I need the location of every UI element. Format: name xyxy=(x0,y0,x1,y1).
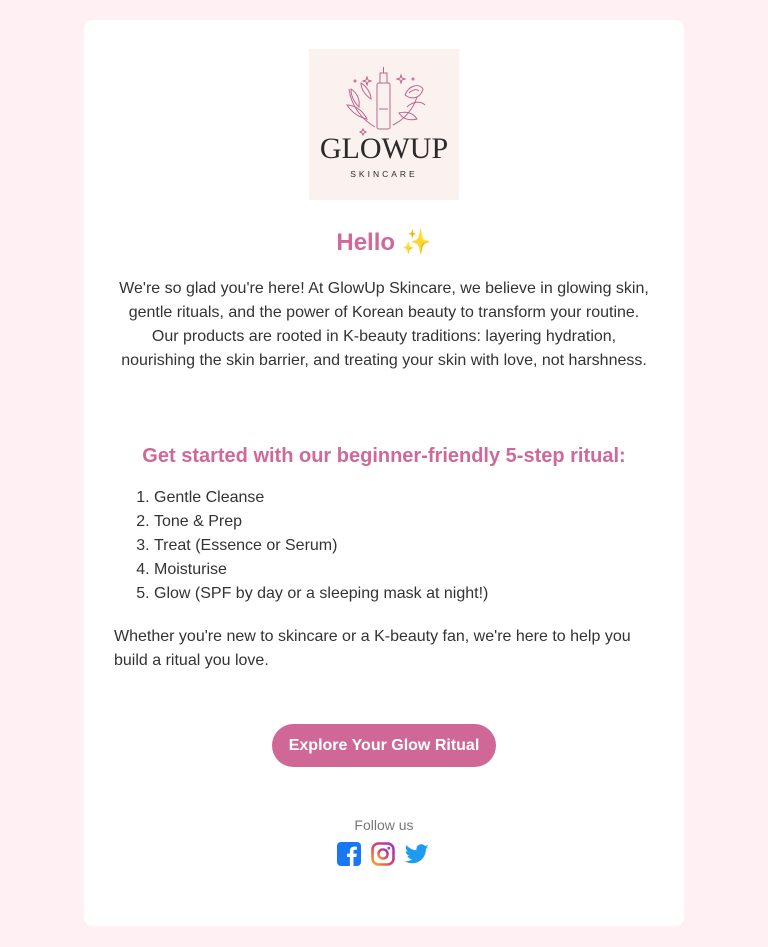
ritual-step: Treat (Essence or Serum) xyxy=(154,534,654,558)
facebook-icon[interactable] xyxy=(337,842,361,866)
logo-wordmark: GLOWUP xyxy=(319,132,449,165)
ritual-step: Gentle Cleanse xyxy=(154,486,654,510)
greeting-text: Hello xyxy=(336,229,396,256)
intro-paragraph: We're so glad you're here! At GlowUp Ski… xyxy=(119,280,649,369)
instagram-icon[interactable] xyxy=(371,842,395,866)
email-card: GLOWUP SKINCARE Hello ✨ We're so glad yo… xyxy=(84,20,684,926)
greeting-heading: Hello ✨ xyxy=(84,227,684,259)
twitter-icon[interactable] xyxy=(404,842,429,866)
ritual-heading: Get started with our beginner-friendly 5… xyxy=(142,445,626,467)
glowup-logo: GLOWUP SKINCARE xyxy=(309,49,459,200)
logo-tagline: SKINCARE xyxy=(350,169,418,179)
outro-paragraph: Whether you're new to skincare or a K-be… xyxy=(114,628,631,669)
follow-us-label: Follow us xyxy=(354,817,414,833)
ritual-step: Moisturise xyxy=(154,558,654,582)
explore-ritual-button[interactable]: Explore Your Glow Ritual xyxy=(272,724,496,767)
ritual-step: Glow (SPF by day or a sleeping mask at n… xyxy=(154,582,654,606)
sparkles-icon: ✨ xyxy=(401,229,432,256)
ritual-step: Tone & Prep xyxy=(154,510,654,534)
social-links xyxy=(337,842,437,868)
ritual-steps-list: Gentle Cleanse Tone & Prep Treat (Essenc… xyxy=(114,486,654,606)
